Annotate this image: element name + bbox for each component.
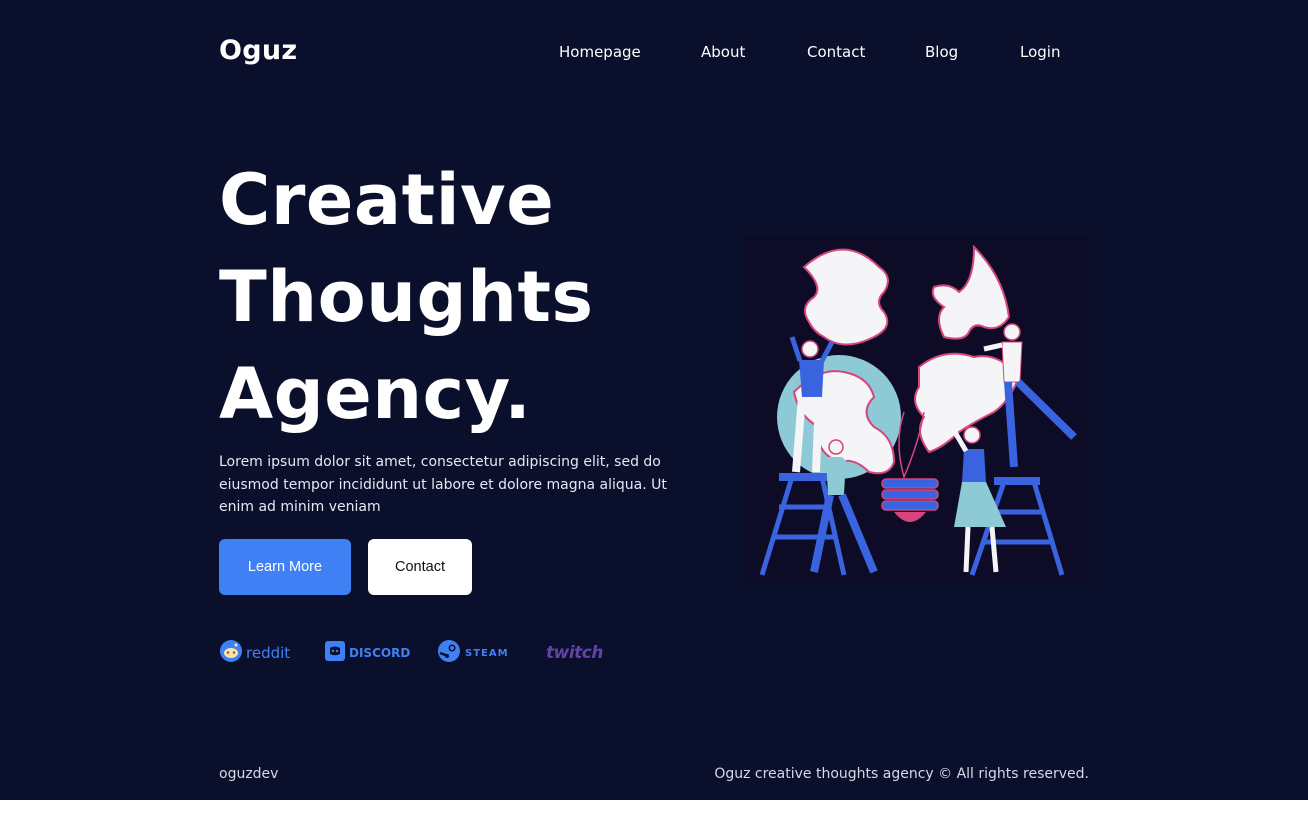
nav-blog[interactable]: Blog — [925, 43, 958, 61]
footer-brand: oguzdev — [219, 766, 279, 782]
brand-label: DISCORD — [349, 646, 411, 660]
footer-copyright: Oguz creative thoughts agency © All righ… — [714, 766, 1089, 782]
learn-more-button[interactable]: Learn More — [219, 539, 351, 595]
brand-twitch: twitch — [546, 640, 603, 666]
contact-button[interactable]: Contact — [368, 539, 472, 595]
nav-homepage[interactable]: Homepage — [559, 43, 641, 61]
discord-icon — [325, 641, 345, 665]
nav-contact[interactable]: Contact — [807, 43, 865, 61]
brand-label: twitch — [546, 643, 603, 663]
hero-description: Lorem ipsum dolor sit amet, consectetur … — [219, 454, 667, 515]
reddit-icon — [219, 639, 243, 667]
steam-icon — [437, 639, 461, 667]
hero-title-line: Thoughts — [219, 256, 594, 338]
brand-steam: STEAM — [437, 640, 509, 666]
hero-title-line: Agency. — [219, 353, 532, 435]
nav-login[interactable]: Login — [1020, 43, 1060, 61]
landing-page: Oguz Homepage About Contact Blog Login C… — [0, 0, 1308, 800]
main-nav: Homepage About Contact Blog Login — [0, 43, 1308, 65]
hero-title: Creative Thoughts Agency. — [219, 152, 594, 443]
nav-about[interactable]: About — [701, 43, 745, 61]
puzzle-illustration — [744, 237, 1090, 583]
hero-title-line: Creative — [219, 159, 555, 241]
brand-label: STEAM — [465, 647, 509, 659]
brand-label: reddit — [246, 644, 291, 662]
brand-discord: DISCORD — [325, 640, 410, 666]
brand-reddit: reddit — [219, 640, 290, 666]
